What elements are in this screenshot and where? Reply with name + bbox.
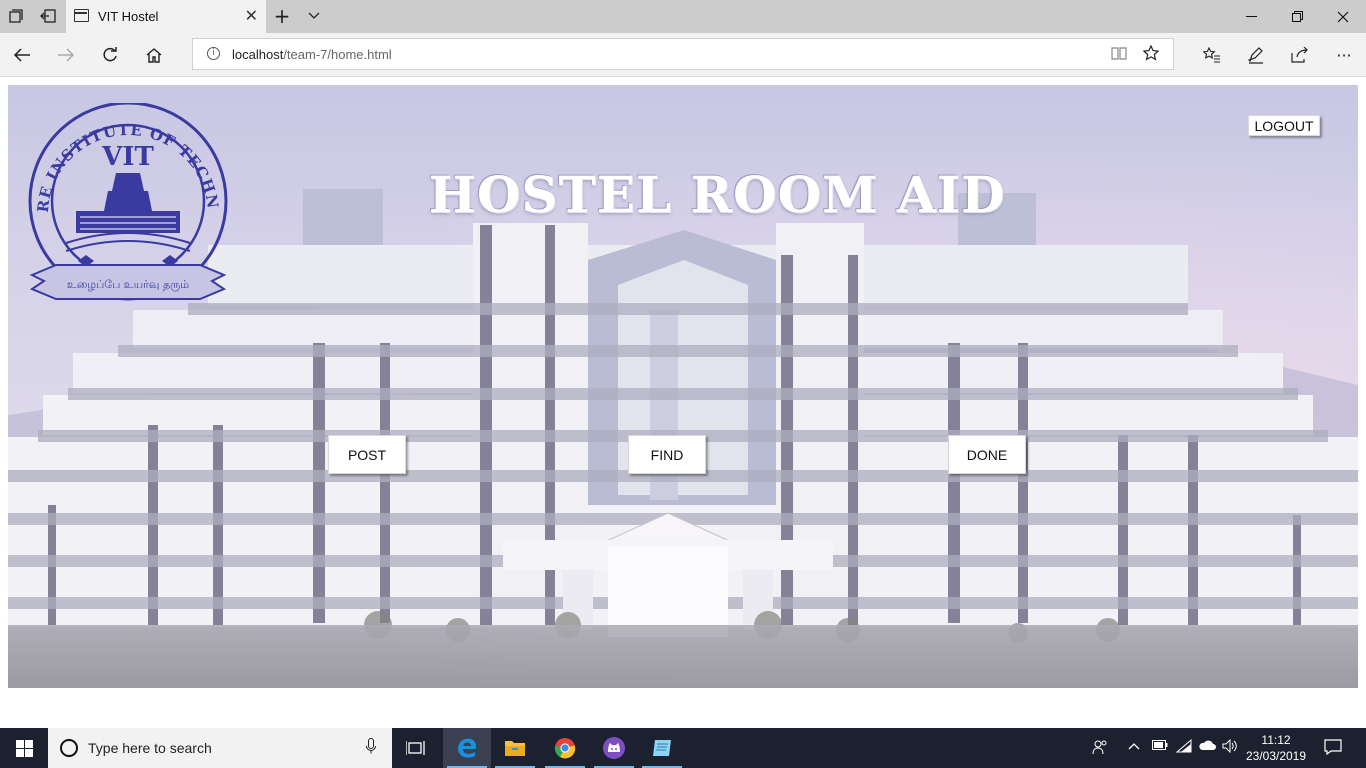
notepad-icon[interactable]	[638, 728, 686, 768]
edge-browser-icon[interactable]	[443, 728, 491, 768]
taskbar-search[interactable]: Type here to search	[48, 728, 392, 768]
favorites-hub-icon[interactable]	[1200, 43, 1224, 67]
new-tab-icon[interactable]: +	[272, 4, 292, 28]
show-hidden-icons-chevron-icon[interactable]	[1128, 739, 1140, 754]
page-icon	[74, 9, 89, 22]
done-button[interactable]: DONE	[948, 435, 1026, 474]
taskbar-clock[interactable]: 11:12 23/03/2019	[1245, 732, 1307, 764]
onedrive-cloud-icon[interactable]	[1198, 739, 1216, 755]
volume-icon[interactable]	[1222, 738, 1238, 757]
browser-tab-bar: VIT Hostel ✕ +	[0, 0, 1366, 33]
windows-start-icon[interactable]	[0, 728, 48, 768]
cortana-icon	[60, 739, 78, 757]
pen-notes-icon[interactable]	[1244, 43, 1268, 67]
active-tab[interactable]: VIT Hostel ✕	[66, 0, 266, 33]
more-menu-icon[interactable]: ···	[1332, 43, 1356, 67]
site-info-icon[interactable]: i	[207, 47, 220, 60]
home-icon[interactable]	[142, 43, 166, 67]
task-view-icon[interactable]	[392, 728, 440, 768]
tab-title: VIT Hostel	[98, 9, 159, 24]
address-bar[interactable]: i localhost/team-7/home.html	[192, 38, 1174, 70]
hero-banner: VELLORE INSTITUTE OF TECHNOLOGY VIT உழைப…	[8, 85, 1358, 688]
microphone-icon[interactable]	[366, 738, 376, 758]
window-close-icon[interactable]	[1320, 0, 1366, 33]
wifi-icon[interactable]	[1175, 738, 1192, 757]
find-button[interactable]: FIND	[628, 435, 706, 474]
tab-list-icon[interactable]	[6, 6, 26, 26]
share-icon[interactable]	[1288, 43, 1312, 67]
back-icon[interactable]	[10, 43, 34, 67]
tab-preview-chevron-icon[interactable]	[304, 6, 324, 26]
minimize-icon[interactable]	[1228, 0, 1274, 33]
clock-time: 11:12	[1261, 733, 1291, 747]
action-center-icon[interactable]	[1324, 739, 1342, 759]
taskbar-search-placeholder: Type here to search	[88, 740, 212, 756]
reading-view-icon[interactable]	[1111, 45, 1127, 65]
address-url[interactable]: localhost/team-7/home.html	[232, 47, 392, 62]
logo-ribbon-text: உழைப்பே உயர்வு தரும்	[67, 278, 189, 291]
chrome-icon[interactable]	[541, 728, 589, 768]
browser-nav-bar: i localhost/team-7/home.html ···	[0, 33, 1366, 77]
page-title: HOSTEL ROOM AID	[428, 165, 1006, 224]
favorite-star-icon[interactable]	[1142, 44, 1160, 65]
address-path: /team-7/home.html	[283, 47, 392, 62]
taskbar: Type here to search 11:12 23/03/2019	[0, 728, 1366, 768]
file-explorer-icon[interactable]	[491, 728, 539, 768]
battery-icon[interactable]	[1152, 739, 1168, 754]
address-host: localhost	[232, 47, 284, 62]
restore-icon[interactable]	[1274, 0, 1320, 33]
people-icon[interactable]	[1092, 739, 1108, 759]
post-button[interactable]: POST	[328, 435, 406, 474]
logout-button[interactable]: LOGOUT	[1248, 115, 1320, 136]
forward-icon[interactable]	[54, 43, 78, 67]
set-tabs-aside-icon[interactable]	[38, 6, 58, 26]
github-desktop-icon[interactable]	[590, 728, 638, 768]
refresh-icon[interactable]	[98, 43, 122, 67]
tab-close-icon[interactable]: ✕	[245, 6, 258, 25]
clock-date: 23/03/2019	[1245, 749, 1307, 763]
